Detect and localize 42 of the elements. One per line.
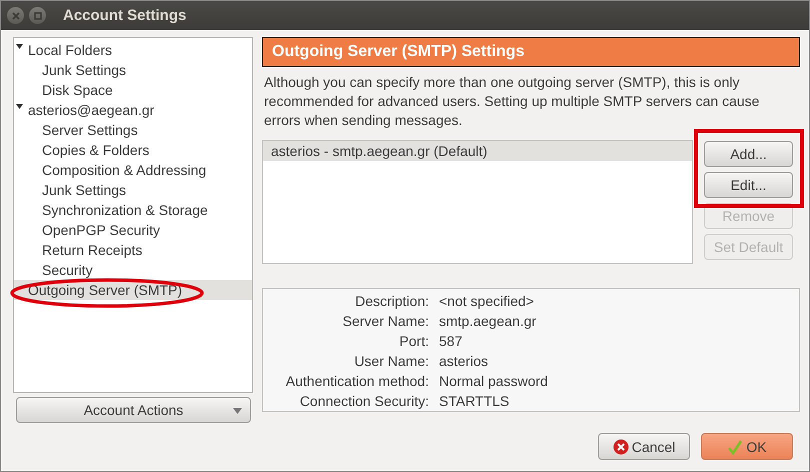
- section-header: Outgoing Server (SMTP) Settings: [262, 37, 800, 67]
- tree-item[interactable]: Junk Settings: [14, 180, 252, 200]
- tree-item[interactable]: Composition & Addressing: [14, 160, 252, 180]
- tree-item[interactable]: OpenPGP Security: [14, 220, 252, 240]
- detail-label: Authentication method:: [284, 372, 429, 391]
- dropdown-arrow-icon: [233, 408, 242, 414]
- detail-value: STARTTLS: [439, 392, 510, 411]
- detail-value: asterios: [439, 352, 490, 371]
- tree-item[interactable]: Junk Settings: [14, 60, 252, 80]
- server-action-button[interactable]: Add...: [704, 141, 793, 167]
- cancel-icon: [612, 438, 629, 454]
- detail-value: <not specified>: [439, 292, 535, 311]
- checkmark-icon: [727, 438, 744, 454]
- detail-label: Port:: [398, 332, 429, 351]
- tree-item[interactable]: asterios@aegean.gr: [14, 100, 252, 120]
- server-action-button[interactable]: Edit...: [704, 172, 793, 198]
- close-icon: [12, 12, 20, 20]
- tree-item[interactable]: Copies & Folders: [14, 140, 252, 160]
- tree-item[interactable]: Synchronization & Storage: [14, 200, 252, 220]
- description-text: Although you can specify more than one outgoing server (SMTP), this is only recommended for advanced users. Setting up multiple SMTP servers can cause errors when sending messages.: [264, 73, 760, 130]
- server-item[interactable]: asterios - smtp.aegean.gr (Default): [263, 141, 692, 161]
- detail-label: Server Name:: [342, 312, 429, 331]
- maximize-icon: [34, 12, 42, 20]
- maximize-button[interactable]: [29, 7, 46, 24]
- account-actions-button[interactable]: Account Actions: [16, 397, 251, 423]
- tree-item[interactable]: Return Receipts: [14, 240, 252, 260]
- window-title: Account Settings: [63, 7, 186, 24]
- ok-button[interactable]: OK: [701, 433, 793, 460]
- tree-item[interactable]: Local Folders: [14, 40, 252, 60]
- expanded-triangle-icon[interactable]: [16, 41, 23, 51]
- tree-item[interactable]: Server Settings: [14, 120, 252, 140]
- tree-item[interactable]: Security: [14, 260, 252, 280]
- close-button[interactable]: [7, 7, 24, 24]
- detail-label: Connection Security:: [298, 392, 429, 411]
- cancel-button[interactable]: Cancel: [598, 433, 690, 460]
- expanded-triangle-icon[interactable]: [16, 101, 23, 111]
- tree-item[interactable]: Disk Space: [14, 80, 252, 100]
- detail-value: Normal password: [439, 372, 549, 391]
- detail-label: User Name:: [353, 352, 429, 371]
- detail-label: Description:: [354, 292, 429, 311]
- detail-value: smtp.aegean.gr: [439, 312, 538, 331]
- detail-value: 587: [439, 332, 464, 351]
